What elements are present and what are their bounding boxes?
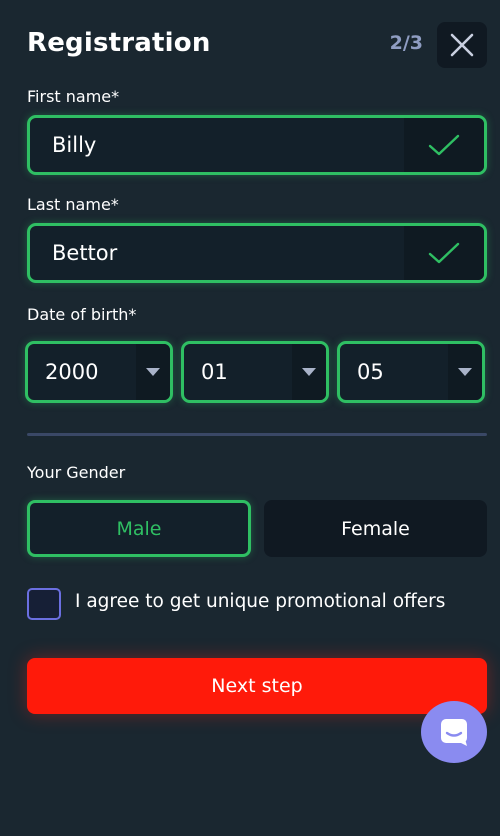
chevron-down-icon [146,368,160,376]
chat-button[interactable] [421,701,487,763]
last-name-valid [404,226,484,280]
dob-day-select[interactable]: 05 [337,341,485,403]
dob-month-select[interactable]: 01 [181,341,329,403]
first-name-valid [404,118,484,172]
close-icon [450,33,474,57]
promo-checkbox-label[interactable]: I agree to get unique promotional offers [75,591,445,612]
gender-label: Your Gender [27,463,126,482]
dob-month-value: 01 [201,360,228,384]
chevron-down-icon [302,368,316,376]
chat-icon [441,719,467,746]
first-name-label: First name* [27,87,120,106]
dob-year-value: 2000 [45,360,99,384]
dob-year-select[interactable]: 2000 [25,341,173,403]
promo-checkbox[interactable] [27,588,61,620]
last-name-value: Bettor [52,241,118,265]
header: Registration 2/3 [27,22,487,68]
check-icon [428,242,460,264]
gender-female-button[interactable]: Female [264,500,487,557]
gender-male-button[interactable]: Male [27,500,251,557]
chevron-down-icon [458,368,472,376]
close-button[interactable] [437,22,487,68]
first-name-field[interactable]: Billy [27,115,487,175]
check-icon [428,134,460,156]
last-name-label: Last name* [27,195,119,214]
page-title: Registration [27,28,211,58]
divider [27,433,487,436]
dob-label: Date of birth* [27,305,137,324]
first-name-value: Billy [52,133,97,157]
step-indicator: 2/3 [389,32,423,54]
registration-screen: Registration 2/3 First name* Billy Last … [0,0,500,836]
next-step-button[interactable]: Next step [27,658,487,714]
last-name-field[interactable]: Bettor [27,223,487,283]
dob-day-value: 05 [357,360,384,384]
